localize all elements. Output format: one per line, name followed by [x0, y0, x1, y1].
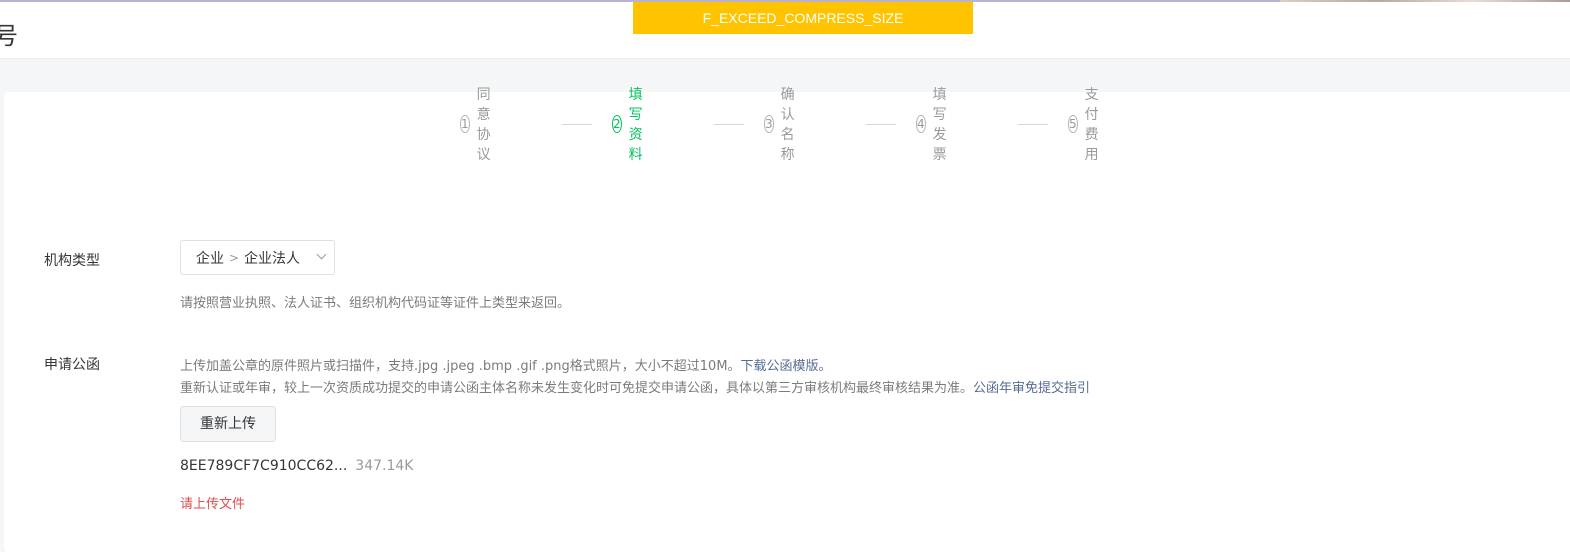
org-type-select[interactable]: 企业 > 企业法人 — [180, 240, 335, 275]
chevron-down-icon — [316, 249, 327, 260]
step-divider — [714, 124, 744, 125]
org-type-hint: 请按照营业执照、法人证书、组织机构代码证等证件上类型来返回。 — [180, 296, 571, 311]
step-agree: 1 同意协议 — [460, 87, 499, 163]
step-number: 1 — [460, 115, 470, 133]
step-label: 同意协议 — [476, 87, 491, 163]
letter-hint-text-2: 重新认证或年审，较上一次资质成功提交的申请公函主体名称未发生变化时可免提交申请公… — [180, 381, 974, 396]
step-label: 支付费用 — [1084, 87, 1099, 163]
chevron-right-icon: > — [229, 250, 240, 265]
upload-error-message: 请上传文件 — [180, 497, 246, 512]
letter-hint-2: 重新认证或年审，较上一次资质成功提交的申请公函主体名称未发生变化时可免提交申请公… — [180, 377, 1090, 396]
org-type-value-1: 企业 — [196, 250, 224, 267]
step-fill-info: 2 填写资料 — [612, 87, 651, 163]
step-number: 4 — [916, 115, 926, 133]
step-number: 5 — [1068, 115, 1078, 133]
step-number: 3 — [764, 115, 774, 133]
step-label: 确认名称 — [780, 87, 795, 163]
reupload-button[interactable]: 重新上传 — [180, 406, 276, 442]
letter-hint-text: 上传加盖公章的原件照片或扫描件，支持.jpg .jpeg .bmp .gif .… — [180, 359, 741, 374]
exemption-guide-link[interactable]: 公函年审免提交指引 — [973, 381, 1090, 396]
step-number: 2 — [612, 115, 622, 133]
file-size: 347.14K — [355, 458, 414, 474]
step-divider — [866, 124, 896, 125]
error-toast: F_EXCEED_COMPRESS_SIZE — [633, 2, 973, 34]
step-confirm-name: 3 确认名称 — [764, 87, 803, 163]
letter-hint-1: 上传加盖公章的原件照片或扫描件，支持.jpg .jpeg .bmp .gif .… — [180, 355, 832, 374]
letter-label: 申请公函 — [44, 357, 100, 373]
org-type-label: 机构类型 — [44, 253, 100, 269]
step-divider — [1018, 124, 1048, 125]
file-name: 8EE789CF7C910CC62... — [180, 458, 348, 474]
step-label: 填写发票 — [932, 87, 947, 163]
download-template-link[interactable]: 下载公函模版。 — [741, 359, 832, 374]
step-invoice: 4 填写发票 — [916, 87, 955, 163]
step-payment: 5 支付费用 — [1068, 87, 1107, 163]
uploaded-file: 8EE789CF7C910CC62... 347.14K — [180, 458, 413, 474]
org-type-value-2: 企业法人 — [244, 250, 301, 267]
step-label: 填写资料 — [628, 87, 643, 163]
step-divider — [562, 124, 592, 125]
page-title: 号 — [0, 22, 18, 50]
